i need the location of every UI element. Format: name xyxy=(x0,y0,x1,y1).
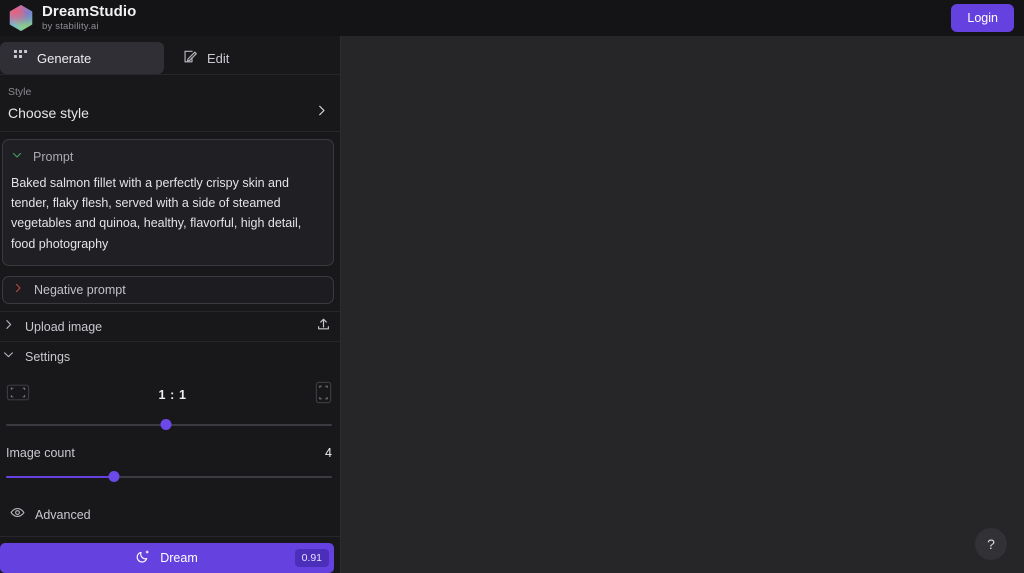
brand: DreamStudio by stability.ai xyxy=(0,4,136,32)
slider-fill xyxy=(6,475,114,478)
chevron-down-icon xyxy=(11,148,23,166)
settings-label: Settings xyxy=(25,350,71,365)
prompt-caption: Prompt xyxy=(33,149,74,164)
dreamstudio-app: DreamStudio by stability.ai Login Genera… xyxy=(0,0,1024,573)
image-count-row: Image count 4 xyxy=(6,446,332,460)
style-selector[interactable]: Style Choose style xyxy=(0,75,340,131)
settings-body: 1 : 1 Image count 4 Advanced xyxy=(0,372,340,532)
tab-edit-label: Edit xyxy=(207,50,230,66)
upload-arrow-icon[interactable] xyxy=(316,317,331,337)
dream-button[interactable]: Dream 0.91 xyxy=(0,542,334,573)
chevron-down-icon xyxy=(2,348,15,366)
dream-cost-badge: 0.91 xyxy=(294,548,329,567)
upload-image-row[interactable]: Upload image xyxy=(0,312,340,342)
aspect-ratio-value: 1 : 1 xyxy=(158,387,187,402)
tab-generate-label: Generate xyxy=(37,50,92,66)
image-count-slider[interactable] xyxy=(6,470,332,484)
dream-label: Dream xyxy=(160,550,198,565)
tab-generate[interactable]: Generate xyxy=(0,42,164,74)
style-row: Choose style xyxy=(8,104,328,122)
style-label: Style xyxy=(8,85,32,98)
app-subtitle: by stability.ai xyxy=(42,20,99,32)
pencil-square-icon xyxy=(183,49,198,67)
style-value: Choose style xyxy=(8,104,89,121)
upload-image-label: Upload image xyxy=(25,319,103,334)
chevron-right-icon xyxy=(315,104,328,122)
slider-thumb[interactable] xyxy=(108,470,120,482)
divider xyxy=(0,130,340,132)
portrait-frame-icon[interactable] xyxy=(315,381,332,409)
hexagon-gradient-logo-icon xyxy=(9,5,33,31)
image-count-value: 4 xyxy=(325,445,332,460)
chevron-right-icon xyxy=(2,318,15,336)
help-button[interactable]: ? xyxy=(975,528,1007,560)
grid-squares-icon xyxy=(13,49,28,67)
landscape-frame-icon[interactable] xyxy=(6,383,30,407)
top-bar: DreamStudio by stability.ai Login xyxy=(0,0,1024,36)
app-title: DreamStudio xyxy=(42,3,137,21)
tab-edit[interactable]: Edit xyxy=(170,42,334,74)
prompt-header[interactable]: Prompt xyxy=(11,148,325,166)
dream-bar: Dream 0.91 xyxy=(0,535,340,573)
slider-thumb[interactable] xyxy=(160,418,172,430)
aspect-ratio-slider[interactable] xyxy=(6,418,332,432)
sidebar: Generate Edit Style Choose style Prompt … xyxy=(0,36,341,573)
image-count-label: Image count xyxy=(6,445,75,460)
brand-text: DreamStudio by stability.ai xyxy=(42,4,136,32)
chevron-right-icon xyxy=(12,281,24,299)
crescent-moon-sparkle-icon xyxy=(136,549,151,567)
aspect-ratio-row: 1 : 1 xyxy=(6,381,332,409)
canvas-area: ? xyxy=(341,36,1024,573)
mode-tabs: Generate Edit xyxy=(0,36,340,74)
advanced-label: Advanced xyxy=(35,507,91,522)
negative-prompt-caption: Negative prompt xyxy=(34,282,126,297)
prompt-box[interactable]: Prompt Baked salmon fillet with a perfec… xyxy=(2,138,334,266)
login-button[interactable]: Login xyxy=(951,4,1014,32)
prompt-input[interactable]: Baked salmon fillet with a perfectly cri… xyxy=(11,173,325,254)
advanced-row[interactable]: Advanced xyxy=(6,498,332,532)
negative-prompt-box[interactable]: Negative prompt xyxy=(2,275,334,304)
settings-header[interactable]: Settings xyxy=(0,342,340,372)
eye-icon xyxy=(10,505,25,525)
